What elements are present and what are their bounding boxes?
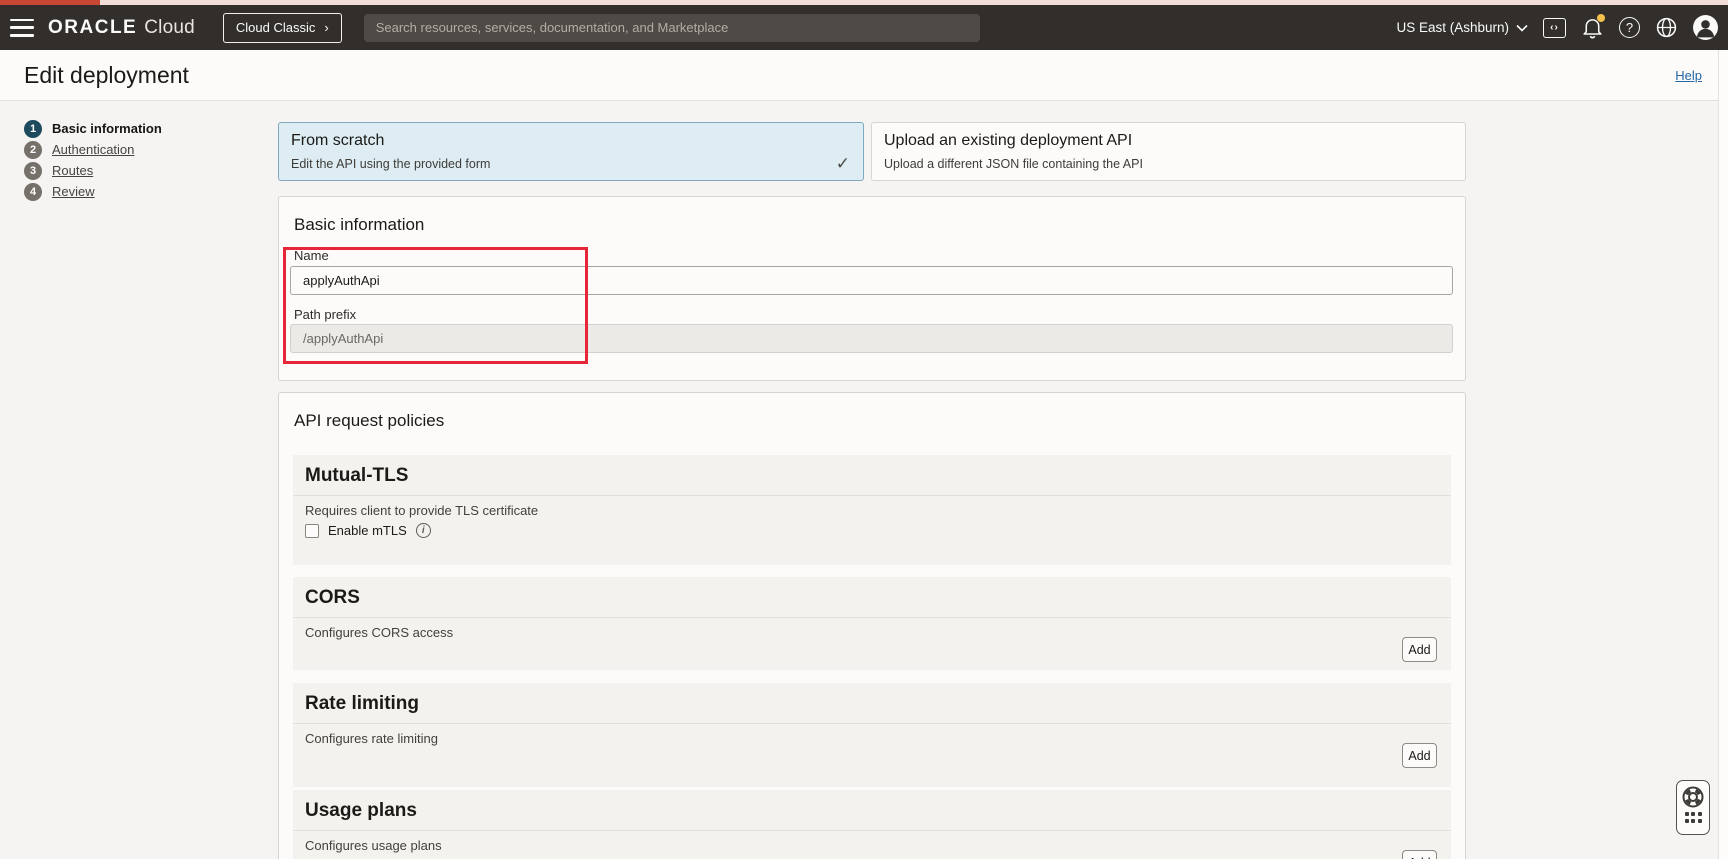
step-label[interactable]: Review bbox=[52, 184, 95, 199]
wizard-steps: 1 Basic information 2 Authentication 3 R… bbox=[24, 118, 162, 202]
policy-section-rate-limiting: Rate limiting Configures rate limiting A… bbox=[293, 683, 1451, 787]
oci-console-page: ORACLE Cloud Cloud Classic › US East (As… bbox=[0, 0, 1728, 859]
dots-grid-icon bbox=[1685, 812, 1702, 823]
option-card-upload-api[interactable]: Upload an existing deployment API Upload… bbox=[871, 122, 1466, 181]
option-card-from-scratch[interactable]: From scratch Edit the API using the prov… bbox=[278, 122, 864, 181]
step-authentication[interactable]: 2 Authentication bbox=[24, 139, 162, 160]
step-number-badge: 1 bbox=[24, 120, 42, 138]
option-subtitle: Upload a different JSON file containing … bbox=[884, 157, 1453, 171]
policy-section-mutual-tls: Mutual-TLS Requires client to provide TL… bbox=[293, 455, 1451, 565]
step-label: Basic information bbox=[52, 121, 162, 136]
globe-icon bbox=[1655, 16, 1678, 39]
enable-mtls-checkbox[interactable] bbox=[305, 524, 319, 538]
logo-oracle-text: ORACLE bbox=[48, 17, 137, 39]
scrollbar-track[interactable] bbox=[1718, 50, 1728, 859]
option-title: From scratch bbox=[291, 132, 851, 150]
hamburger-menu-icon[interactable] bbox=[10, 19, 34, 37]
name-field-label: Name bbox=[294, 248, 329, 263]
api-request-policies-heading: API request policies bbox=[294, 411, 444, 431]
region-label: US East (Ashburn) bbox=[1396, 20, 1509, 35]
search-input[interactable] bbox=[364, 14, 980, 42]
notification-badge bbox=[1597, 14, 1605, 22]
user-menu-button[interactable] bbox=[1693, 15, 1718, 40]
selected-check-icon: ✓ bbox=[836, 154, 850, 174]
basic-information-heading: Basic information bbox=[294, 215, 424, 235]
developer-tools-button[interactable]: ‹› bbox=[1543, 18, 1566, 38]
step-label[interactable]: Routes bbox=[52, 163, 93, 178]
topbar: ORACLE Cloud Cloud Classic › US East (As… bbox=[0, 5, 1728, 50]
help-button[interactable]: ? bbox=[1619, 17, 1640, 38]
chevron-right-icon: › bbox=[324, 21, 328, 34]
page-load-progress-fill bbox=[0, 0, 100, 5]
question-mark-icon: ? bbox=[1619, 17, 1640, 38]
floating-help-widget[interactable] bbox=[1676, 780, 1710, 835]
policy-section-description: Configures rate limiting bbox=[305, 731, 438, 746]
page-title: Edit deployment bbox=[24, 62, 189, 89]
cors-add-button[interactable]: Add bbox=[1402, 637, 1437, 662]
cloud-classic-label: Cloud Classic bbox=[236, 20, 315, 35]
step-basic-information: 1 Basic information bbox=[24, 118, 162, 139]
help-link[interactable]: Help bbox=[1675, 68, 1702, 83]
policy-section-title: CORS bbox=[293, 577, 1451, 618]
notifications-button[interactable] bbox=[1581, 16, 1604, 39]
code-console-icon: ‹› bbox=[1543, 18, 1566, 38]
step-number-badge: 4 bbox=[24, 183, 42, 201]
path-prefix-field-label: Path prefix bbox=[294, 307, 356, 322]
page-header: Edit deployment Help bbox=[0, 50, 1728, 101]
topbar-actions: US East (Ashburn) ‹› ? bbox=[1396, 15, 1728, 40]
policy-section-description: Configures usage plans bbox=[305, 838, 442, 853]
rate-limiting-add-button[interactable]: Add bbox=[1402, 743, 1437, 768]
step-label[interactable]: Authentication bbox=[52, 142, 134, 157]
life-ring-icon bbox=[1681, 785, 1705, 809]
logo-cloud-text: Cloud bbox=[144, 17, 195, 39]
step-review[interactable]: 4 Review bbox=[24, 181, 162, 202]
basic-information-card: Basic information Name Path prefix bbox=[278, 196, 1466, 381]
step-routes[interactable]: 3 Routes bbox=[24, 160, 162, 181]
usage-plans-add-button[interactable]: Add bbox=[1402, 850, 1437, 859]
policy-section-usage-plans: Usage plans Configures usage plans Add bbox=[293, 790, 1451, 859]
chevron-down-icon bbox=[1516, 24, 1528, 32]
oracle-cloud-logo[interactable]: ORACLE Cloud bbox=[48, 17, 195, 39]
language-button[interactable] bbox=[1655, 16, 1678, 39]
policy-section-title: Usage plans bbox=[293, 790, 1451, 831]
enable-mtls-row: Enable mTLS i bbox=[305, 523, 431, 538]
enable-mtls-label: Enable mTLS bbox=[328, 523, 407, 538]
info-icon[interactable]: i bbox=[416, 523, 431, 538]
path-prefix-input bbox=[290, 324, 1453, 353]
option-subtitle: Edit the API using the provided form bbox=[291, 157, 851, 171]
option-title: Upload an existing deployment API bbox=[884, 132, 1453, 150]
step-number-badge: 3 bbox=[24, 162, 42, 180]
policy-section-title: Rate limiting bbox=[293, 683, 1451, 724]
avatar-icon bbox=[1693, 15, 1718, 40]
policy-section-title: Mutual-TLS bbox=[293, 455, 1451, 496]
name-input[interactable] bbox=[290, 266, 1453, 295]
step-number-badge: 2 bbox=[24, 141, 42, 159]
policy-section-description: Requires client to provide TLS certifica… bbox=[305, 503, 538, 518]
region-selector[interactable]: US East (Ashburn) bbox=[1396, 20, 1528, 35]
policy-section-cors: CORS Configures CORS access Add bbox=[293, 577, 1451, 670]
cloud-classic-button[interactable]: Cloud Classic › bbox=[223, 13, 342, 43]
page-load-progress-bar bbox=[0, 0, 1728, 5]
policy-section-description: Configures CORS access bbox=[305, 625, 453, 640]
